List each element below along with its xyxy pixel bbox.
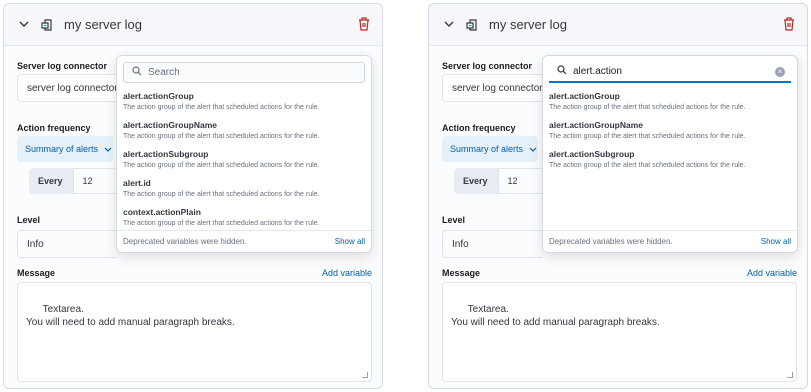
trash-icon[interactable]	[783, 17, 797, 33]
variable-description: The action group of the alert that sched…	[123, 191, 320, 198]
list-item[interactable]: alert.id The action group of the alert th…	[117, 175, 371, 204]
footer-text: Deprecated variables were hidden.	[123, 237, 247, 246]
message-label: Message	[17, 268, 56, 278]
variable-name: alert.actionGroup	[549, 91, 620, 101]
add-variable-link[interactable]: Add variable	[747, 268, 797, 278]
chevron-down-icon[interactable]	[441, 17, 457, 33]
variable-name: alert.actionSubgroup	[123, 149, 209, 159]
footer-text: Deprecated variables were hidden.	[549, 237, 673, 246]
variable-search[interactable]: Search	[123, 62, 365, 83]
variable-description: The action group of the alert that sched…	[123, 162, 320, 169]
variable-name: alert.actionGroup	[123, 91, 194, 101]
clear-icon[interactable]: ×	[775, 67, 785, 77]
dropdown-chevron-icon	[104, 145, 112, 154]
search-value: alert.action	[573, 66, 622, 77]
connector-label: Server log connector	[17, 61, 108, 71]
resize-handle[interactable]	[787, 372, 793, 378]
list-item[interactable]: alert.actionGroup The action group of the…	[543, 88, 797, 117]
message-label: Message	[442, 268, 481, 278]
trash-icon[interactable]	[358, 17, 372, 33]
variable-name: alert.actionSubgroup	[549, 149, 635, 159]
message-textarea[interactable]: Textarea. You will need to add manual pa…	[17, 282, 372, 382]
level-label: Level	[442, 215, 466, 225]
variable-list: alert.actionGroup The action group of the…	[543, 88, 797, 175]
chevron-down-icon[interactable]	[16, 17, 32, 33]
dropdown-chevron-icon	[529, 145, 537, 154]
variable-description: The action group of the alert that sched…	[123, 220, 320, 227]
list-item[interactable]: alert.actionSubgroup The action group of …	[543, 146, 797, 175]
variable-search[interactable]: alert.action ×	[549, 62, 791, 83]
search-placeholder: Search	[148, 67, 180, 78]
variable-name: alert.actionGroupName	[123, 120, 217, 130]
list-item[interactable]: alert.actionGroupName The action group of…	[117, 117, 371, 146]
frequency-label: Action frequency	[17, 123, 91, 133]
panel-title: my server log	[489, 17, 568, 32]
variable-name: alert.id	[123, 178, 151, 188]
variable-name: alert.actionGroupName	[549, 120, 643, 130]
popover-footer: Deprecated variables were hidden. Show a…	[543, 230, 797, 252]
search-icon	[557, 65, 567, 78]
frequency-label: Action frequency	[442, 123, 516, 133]
panel-title: my server log	[64, 17, 143, 32]
list-item[interactable]: alert.actionGroup The action group of the…	[117, 88, 371, 117]
summary-dropdown[interactable]: Summary of alerts	[442, 136, 538, 162]
every-field: Every 12	[29, 168, 129, 194]
message-text: Textarea. You will need to add manual pa…	[26, 304, 235, 328]
variable-name: context.actionPlain	[123, 207, 201, 217]
summary-label: Summary of alerts	[25, 144, 99, 154]
variable-description: The action group of the alert that sched…	[123, 133, 320, 140]
variable-description: The action group of the alert that sched…	[549, 133, 746, 140]
every-field: Every 12	[454, 168, 554, 194]
variable-description: The action group of the alert that sched…	[549, 104, 746, 111]
list-item[interactable]: context.actionPlain The action group of t…	[117, 204, 371, 233]
panel-header: my server log	[4, 4, 382, 46]
show-all-link[interactable]: Show all	[335, 237, 365, 246]
list-item[interactable]: alert.actionSubgroup The action group of …	[117, 146, 371, 175]
connector-icon	[40, 17, 56, 33]
variable-list: alert.actionGroup The action group of the…	[117, 88, 371, 233]
connector-icon	[465, 17, 481, 33]
summary-label: Summary of alerts	[450, 144, 524, 154]
popover-footer: Deprecated variables were hidden. Show a…	[117, 230, 371, 252]
variable-popover: alert.action × alert.actionGroup The acti…	[542, 55, 798, 253]
every-label: Every	[38, 176, 63, 186]
show-all-link[interactable]: Show all	[761, 237, 791, 246]
variable-popover: Search alert.actionGroup The action group…	[116, 55, 372, 253]
add-variable-link[interactable]: Add variable	[322, 268, 372, 278]
search-icon	[132, 66, 142, 79]
variable-description: The action group of the alert that sched…	[123, 104, 320, 111]
level-select[interactable]: Info	[442, 230, 542, 258]
every-label: Every	[463, 176, 488, 186]
variable-description: The action group of the alert that sched…	[549, 162, 746, 169]
level-label: Level	[17, 215, 41, 225]
message-text: Textarea. You will need to add manual pa…	[451, 304, 660, 328]
panel-header: my server log	[429, 4, 807, 46]
level-select[interactable]: Info	[17, 230, 117, 258]
summary-dropdown[interactable]: Summary of alerts	[17, 136, 113, 162]
list-item[interactable]: alert.actionGroupName The action group of…	[543, 117, 797, 146]
message-textarea[interactable]: Textarea. You will need to add manual pa…	[442, 282, 797, 382]
resize-handle[interactable]	[362, 372, 368, 378]
connector-label: Server log connector	[442, 61, 533, 71]
